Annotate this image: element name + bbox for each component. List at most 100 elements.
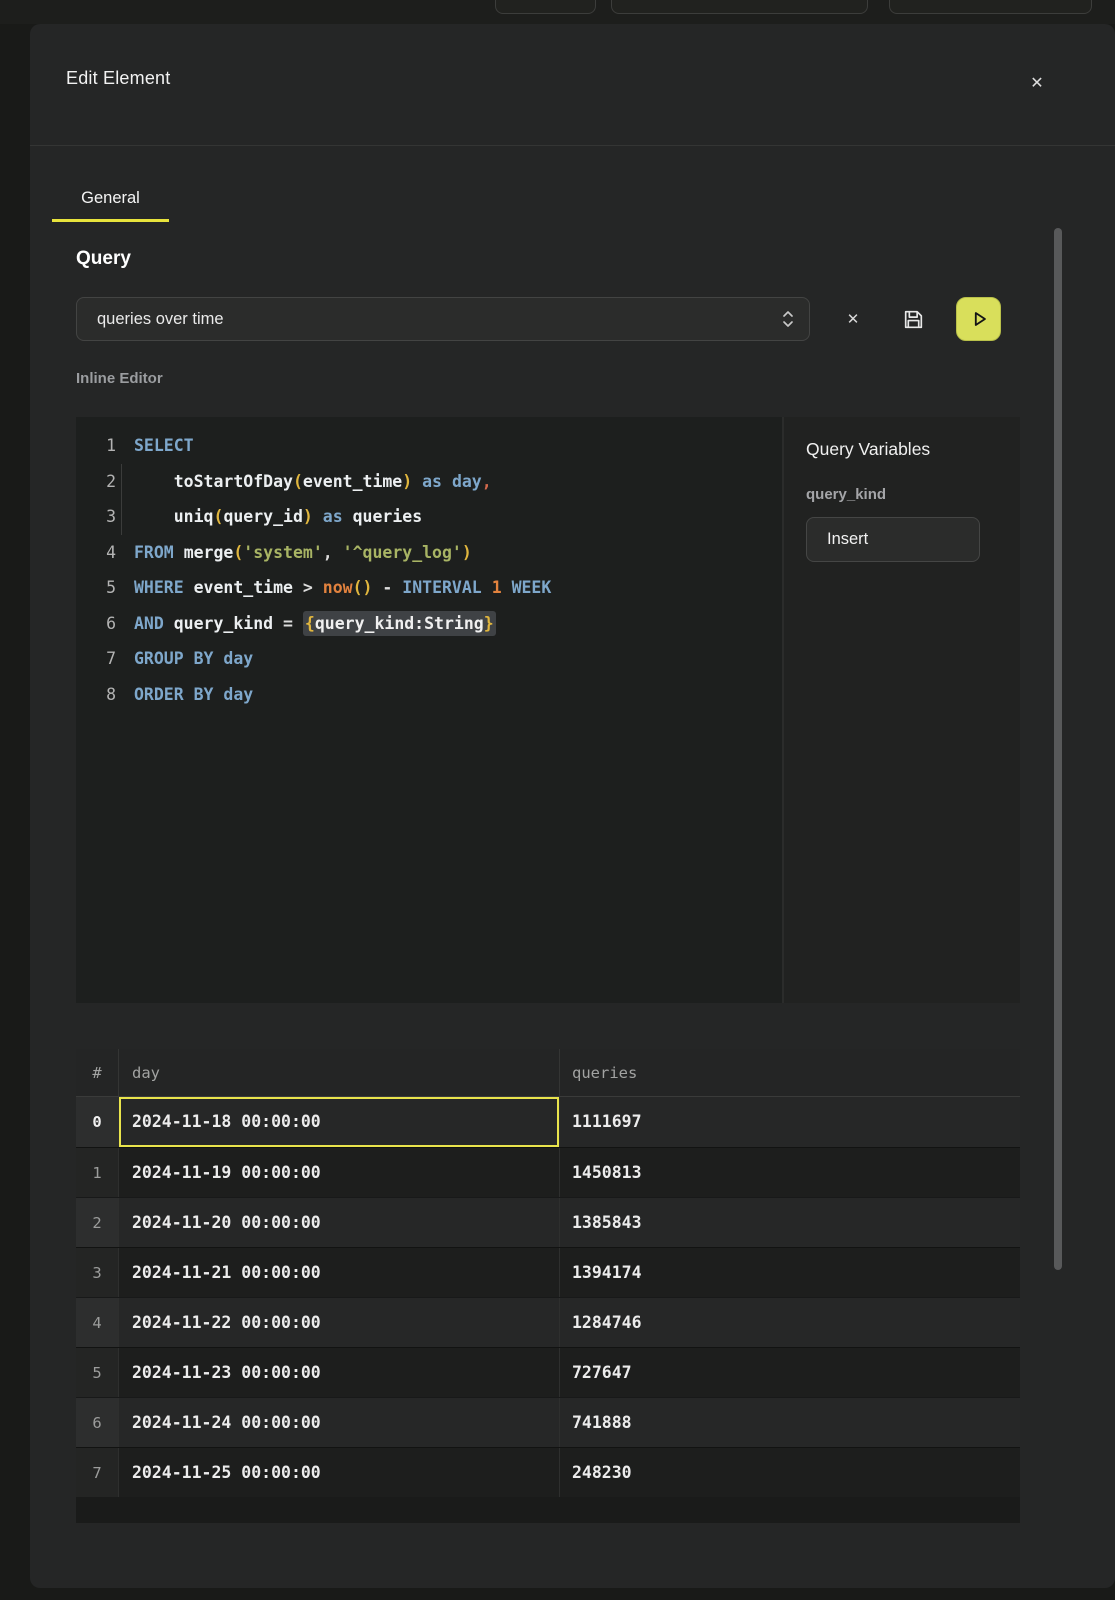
queries-cell[interactable]: 248230 (560, 1448, 1020, 1497)
selected-cell[interactable]: 2024-11-18 00:00:00 (119, 1097, 560, 1147)
day-cell[interactable]: 2024-11-20 00:00:00 (119, 1198, 560, 1247)
background-toolbar-button[interactable] (889, 0, 1092, 14)
queries-cell[interactable]: 1284746 (560, 1298, 1020, 1347)
row-index-cell[interactable]: 4 (76, 1298, 119, 1347)
background-toolbar-button[interactable] (495, 0, 596, 14)
row-index-cell[interactable]: 1 (76, 1148, 119, 1197)
code-line-content: GROUP BY day (116, 641, 782, 677)
day-cell[interactable]: 2024-11-25 00:00:00 (119, 1448, 560, 1497)
code-line-3: 3 uniq(query_id) as queries (76, 499, 782, 535)
code-token: uniq (174, 507, 214, 526)
modal-title: Edit Element (66, 68, 170, 89)
code-token: 'system' (243, 543, 322, 562)
code-token: () (353, 578, 373, 597)
row-index-cell[interactable]: 7 (76, 1448, 119, 1497)
code-token: day (452, 472, 482, 491)
query-select-value: queries over time (77, 310, 781, 329)
row-index-cell[interactable]: 5 (76, 1348, 119, 1397)
code-token: as (323, 507, 343, 526)
query-variable-token: query_kind:String (315, 611, 484, 636)
code-token: ( (214, 507, 224, 526)
row-index-cell[interactable]: 3 (76, 1248, 119, 1297)
code-token: WEEK (512, 578, 552, 597)
day-cell[interactable]: 2024-11-19 00:00:00 (119, 1148, 560, 1197)
code-token: ) (462, 543, 472, 562)
code-line-content: AND query_kind = {query_kind:String} (116, 606, 782, 642)
column-header-day: day (119, 1049, 560, 1096)
table-row: 72024-11-25 00:00:00248230 (76, 1447, 1020, 1497)
clear-query-icon[interactable]: ✕ (835, 301, 871, 337)
row-index-cell[interactable]: 6 (76, 1398, 119, 1447)
queries-cell[interactable]: 1394174 (560, 1248, 1020, 1297)
code-token (174, 543, 184, 562)
results-table-footer (76, 1497, 1020, 1523)
code-line-1: 1SELECT (76, 428, 782, 464)
code-line-content: WHERE event_time > now() - INTERVAL 1 WE… (116, 570, 782, 606)
line-number: 4 (76, 535, 116, 571)
chevron-up-down-icon (781, 308, 795, 330)
row-index-cell[interactable]: 0 (76, 1097, 119, 1147)
code-token: INTERVAL (402, 578, 481, 597)
code-token: AND (134, 614, 164, 633)
code-line-content: ORDER BY day (116, 677, 782, 713)
row-index-cell[interactable]: 2 (76, 1198, 119, 1247)
code-token (164, 614, 174, 633)
results-table-header: # day queries (76, 1049, 1020, 1097)
code-line-5: 5WHERE event_time > now() - INTERVAL 1 W… (76, 570, 782, 606)
code-token (273, 614, 283, 633)
code-line-8: 8ORDER BY day (76, 677, 782, 713)
code-token (502, 578, 512, 597)
header-divider (30, 145, 1115, 146)
code-token (392, 578, 402, 597)
save-icon[interactable] (895, 301, 931, 337)
play-icon (968, 308, 990, 330)
background-toolbar (0, 0, 1115, 24)
results-table: # day queries 02024-11-18 00:00:00111169… (76, 1049, 1020, 1523)
query-select[interactable]: queries over time (76, 297, 810, 341)
code-token (293, 614, 303, 633)
queries-cell[interactable]: 741888 (560, 1398, 1020, 1447)
close-icon[interactable]: ✕ (1021, 67, 1053, 99)
code-token: FROM (134, 543, 174, 562)
code-line-2: 2 toStartOfDay(event_time) as day, (76, 464, 782, 500)
insert-variable-button[interactable]: Insert (806, 517, 980, 562)
code-token: > (303, 578, 313, 597)
code-token: , (323, 543, 343, 562)
queries-cell[interactable]: 1385843 (560, 1198, 1020, 1247)
run-query-button[interactable] (956, 297, 1001, 341)
day-cell[interactable]: 2024-11-22 00:00:00 (119, 1298, 560, 1347)
modal-scrollbar[interactable] (1054, 228, 1062, 1270)
code-token (184, 578, 194, 597)
code-token: query_id (223, 507, 302, 526)
day-cell[interactable]: 2024-11-23 00:00:00 (119, 1348, 560, 1397)
code-token: as (422, 472, 442, 491)
table-row: 52024-11-23 00:00:00727647 (76, 1347, 1020, 1397)
tab-general[interactable]: General (52, 175, 169, 222)
line-number: 5 (76, 570, 116, 606)
line-number: 7 (76, 641, 116, 677)
query-section-heading: Query (76, 248, 131, 270)
code-token (313, 507, 323, 526)
code-token: '^query_log' (343, 543, 462, 562)
inline-editor-label: Inline Editor (76, 370, 163, 387)
day-cell[interactable]: 2024-11-21 00:00:00 (119, 1248, 560, 1297)
column-header-queries: queries (560, 1049, 1020, 1096)
queries-cell[interactable]: 1111697 (560, 1097, 1020, 1147)
query-variable-name: query_kind (806, 486, 1000, 503)
code-token: } (484, 611, 496, 636)
code-token: SELECT (134, 436, 194, 455)
code-token: - (382, 578, 392, 597)
line-number: 3 (76, 499, 116, 535)
code-token: GROUP BY day (134, 649, 253, 668)
column-header-index: # (76, 1049, 119, 1096)
background-toolbar-button[interactable] (611, 0, 868, 14)
queries-cell[interactable]: 727647 (560, 1348, 1020, 1397)
code-token: event_time (303, 472, 402, 491)
code-token: WHERE (134, 578, 184, 597)
edit-element-modal: Edit Element ✕ General Query queries ove… (30, 24, 1115, 1588)
code-line-7: 7 GROUP BY day (76, 641, 782, 677)
code-token (134, 472, 174, 491)
day-cell[interactable]: 2024-11-24 00:00:00 (119, 1398, 560, 1447)
queries-cell[interactable]: 1450813 (560, 1148, 1020, 1197)
sql-code-area[interactable]: 1SELECT2 toStartOfDay(event_time) as day… (76, 417, 782, 1003)
